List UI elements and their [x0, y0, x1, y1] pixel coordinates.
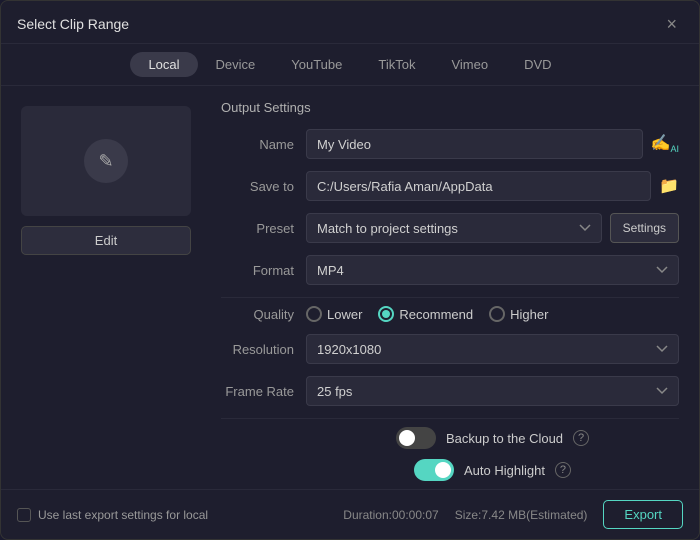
name-label: Name — [221, 137, 306, 152]
title-bar: Select Clip Range × — [1, 1, 699, 44]
save-to-input[interactable] — [306, 171, 651, 201]
quality-radio-group: Lower Recommend Higher — [306, 306, 548, 322]
backup-cloud-info-icon[interactable]: ? — [573, 430, 589, 446]
tab-tiktok[interactable]: TikTok — [360, 52, 433, 77]
section-title: Output Settings — [221, 100, 679, 115]
backup-cloud-toggle[interactable] — [396, 427, 436, 449]
size-info: Size:7.42 MB(Estimated) — [455, 508, 588, 522]
preset-control: Match to project settings Settings — [306, 213, 679, 243]
preset-select[interactable]: Match to project settings — [306, 213, 602, 243]
video-preview: ✎ — [21, 106, 191, 216]
tab-local[interactable]: Local — [130, 52, 197, 77]
duration-info: Duration:00:00:07 — [343, 508, 438, 522]
preset-label: Preset — [221, 221, 306, 236]
tab-youtube[interactable]: YouTube — [273, 52, 360, 77]
tab-vimeo[interactable]: Vimeo — [433, 52, 506, 77]
format-control: MP4 — [306, 255, 679, 285]
quality-recommend[interactable]: Recommend — [378, 306, 473, 322]
dialog: Select Clip Range × Local Device YouTube… — [0, 0, 700, 540]
last-export-checkbox-label[interactable]: Use last export settings for local — [17, 508, 208, 522]
quality-higher-label: Higher — [510, 307, 548, 322]
frame-rate-control: 25 fps — [306, 376, 679, 406]
left-panel: ✎ Edit — [1, 86, 211, 489]
resolution-control: 1920x1080 — [306, 334, 679, 364]
last-export-label: Use last export settings for local — [38, 508, 208, 522]
ai-icon: ✍AI — [651, 133, 679, 154]
radio-higher — [489, 306, 505, 322]
auto-highlight-info-icon[interactable]: ? — [555, 462, 571, 478]
name-control: ✍AI — [306, 129, 679, 159]
save-to-control: 📁 — [306, 171, 679, 201]
main-content: ✎ Edit Output Settings Name ✍AI Save to … — [1, 86, 699, 489]
auto-highlight-toggle[interactable] — [414, 459, 454, 481]
backup-cloud-row: Backup to the Cloud ? — [221, 427, 679, 449]
close-button[interactable]: × — [660, 13, 683, 35]
dialog-title: Select Clip Range — [17, 16, 129, 32]
edit-icon: ✎ — [84, 139, 128, 183]
frame-rate-select[interactable]: 25 fps — [306, 376, 679, 406]
resolution-label: Resolution — [221, 342, 306, 357]
quality-higher[interactable]: Higher — [489, 306, 548, 322]
divider1 — [221, 297, 679, 298]
quality-control: Lower Recommend Higher — [306, 306, 679, 322]
quality-lower[interactable]: Lower — [306, 306, 362, 322]
format-label: Format — [221, 263, 306, 278]
save-to-label: Save to — [221, 179, 306, 194]
frame-rate-label: Frame Rate — [221, 384, 306, 399]
auto-highlight-label: Auto Highlight — [464, 463, 545, 478]
footer: Use last export settings for local Durat… — [1, 489, 699, 539]
tabs-bar: Local Device YouTube TikTok Vimeo DVD — [1, 44, 699, 86]
format-row: Format MP4 — [221, 255, 679, 285]
edit-button[interactable]: Edit — [21, 226, 191, 255]
export-button[interactable]: Export — [603, 500, 683, 529]
radio-recommend — [378, 306, 394, 322]
frame-rate-row: Frame Rate 25 fps — [221, 376, 679, 406]
resolution-row: Resolution 1920x1080 — [221, 334, 679, 364]
backup-cloud-knob — [399, 430, 415, 446]
right-panel: Output Settings Name ✍AI Save to 📁 Pre — [211, 86, 699, 489]
resolution-select[interactable]: 1920x1080 — [306, 334, 679, 364]
tab-device[interactable]: Device — [198, 52, 274, 77]
last-export-checkbox[interactable] — [17, 508, 31, 522]
quality-lower-label: Lower — [327, 307, 362, 322]
quality-recommend-label: Recommend — [399, 307, 473, 322]
name-row: Name ✍AI — [221, 129, 679, 159]
save-to-row: Save to 📁 — [221, 171, 679, 201]
divider2 — [221, 418, 679, 419]
folder-icon[interactable]: 📁 — [659, 176, 679, 196]
radio-lower — [306, 306, 322, 322]
tab-dvd[interactable]: DVD — [506, 52, 569, 77]
name-input[interactable] — [306, 129, 643, 159]
format-select[interactable]: MP4 — [306, 255, 679, 285]
auto-highlight-row: Auto Highlight ? — [221, 459, 679, 481]
footer-right: Duration:00:00:07 Size:7.42 MB(Estimated… — [343, 500, 683, 529]
quality-label: Quality — [221, 307, 306, 322]
auto-highlight-knob — [435, 462, 451, 478]
backup-cloud-label: Backup to the Cloud — [446, 431, 563, 446]
settings-button[interactable]: Settings — [610, 213, 679, 243]
preset-row: Preset Match to project settings Setting… — [221, 213, 679, 243]
quality-row: Quality Lower Recommend High — [221, 306, 679, 322]
